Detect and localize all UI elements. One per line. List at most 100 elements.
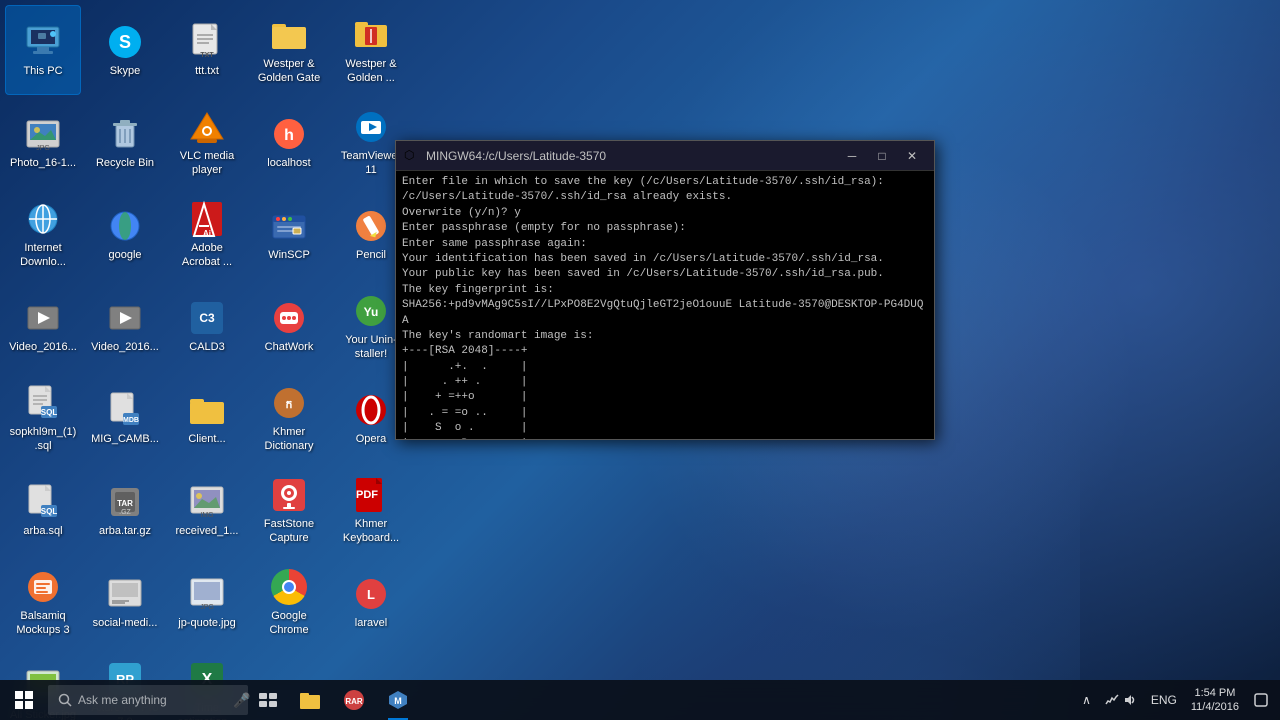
icon-balsamiq[interactable]: Balsamiq Mockups 3 [5,557,81,647]
icon-vlc[interactable]: VLC media player [169,97,245,187]
icon-client[interactable]: Client... [169,373,245,463]
notification-icon [1253,692,1269,708]
icon-ttt-txt[interactable]: TXT ttt.txt [169,5,245,95]
chrome-center-icon [282,580,296,594]
txt-svg: TXT [191,23,223,61]
recycle-svg [108,115,142,153]
svg-text:M: M [394,696,402,706]
icon-mig[interactable]: MDB MIG_CAMB... [87,373,163,463]
windows-logo-icon [15,691,33,709]
icon-sql[interactable]: SQL sopkhl9m_(1).sql [5,373,81,463]
icon-skype-label: Skype [110,65,141,78]
start-button[interactable] [0,680,48,720]
icon-recycle-bin[interactable]: Recycle Bin [87,97,163,187]
tray-notification-area [1099,680,1143,720]
svg-text:ក: ក [286,399,293,411]
clock-date: 11/4/2016 [1191,700,1239,714]
internet-svg [25,201,61,237]
term-line-10: The key's randomart image is: [402,329,928,344]
svg-text:TXT: TXT [200,52,214,59]
sql-svg: SQL [27,384,59,422]
term-line-12: | .+. . | [402,360,928,375]
icon-localhost[interactable]: h localhost [251,97,327,187]
terminal-window: ⬡ MINGW64:/c/Users/Latitude-3570 ─ □ ✕ E… [395,140,935,440]
mingw-icon: M [387,689,409,711]
term-line-9: SHA256:+pd9vMAg9C5sI//LPxPO8E2VgQtuQjleG… [402,298,928,329]
term-line-5: Enter same passphrase again: [402,237,928,252]
icon-cald3[interactable]: C3 CALD3 [169,281,245,371]
icon-this-pc[interactable]: This PC [5,5,81,95]
icon-jp-quote[interactable]: JPG jp-quote.jpg [169,557,245,647]
icon-westper-folder1[interactable]: Westper & Golden Gate [251,5,327,95]
svg-text:S: S [119,32,131,52]
icon-laravel[interactable]: L laravel [333,557,409,647]
file-explorer-icon [299,690,321,710]
icon-khmer-keyboard[interactable]: PDF Khmer Keyboard... [333,465,409,555]
your-svg: Yu [353,293,389,329]
tray-clock[interactable]: 1:54 PM 11/4/2016 [1185,680,1245,720]
icon-pencil-label: Pencil [356,249,386,262]
tv-svg [353,109,389,145]
svg-text:PDF: PDF [356,489,378,501]
icon-laravel-label: laravel [355,617,387,630]
taskbar-pinned-apps: RAR M [288,680,1071,720]
term-line-6: Your identification has been saved in /c… [402,252,928,267]
svg-text:TAR: TAR [117,499,133,508]
icon-adobe[interactable]: Ai Adobe Acrobat ... [169,189,245,279]
icon-internet[interactable]: Internet Downlo... [5,189,81,279]
client-folder-svg [188,394,226,426]
icon-winscp[interactable]: WinSCP [251,189,327,279]
icon-faststone[interactable]: FastStone Capture [251,465,327,555]
icon-video1[interactable]: Video_2016... [5,281,81,371]
icon-google-chrome[interactable]: Google Chrome [251,557,327,647]
icon-photo-label: Photo_16-1... [10,157,76,170]
taskbar-winrar[interactable]: RAR [332,680,376,720]
term-line-14: | + =++o | [402,390,928,405]
taskbar-mingw[interactable]: M [376,680,420,720]
tray-expand-button[interactable]: ∧ [1076,680,1097,720]
icon-khmer-dict-label: Khmer Dictionary [255,426,323,452]
icon-opera-label: Opera [356,433,387,446]
icon-ttt-txt-label: ttt.txt [195,65,219,78]
icon-google-sphere[interactable]: google [87,189,163,279]
icon-photo[interactable]: JPG Photo_16-1... [5,97,81,187]
terminal-maximize-button[interactable]: □ [868,146,896,166]
volume-icon [1123,693,1137,707]
khmer-key-svg: PDF [354,476,388,514]
icon-social-media[interactable]: social-medi... [87,557,163,647]
arba-sql-svg: SQL [27,483,59,521]
term-line-1: Enter file in which to save the key (/c/… [402,175,928,190]
win-logo-q4 [25,701,33,709]
icon-video2[interactable]: Video_2016... [87,281,163,371]
term-line-17: | o .=+Bo= | [402,437,928,439]
terminal-minimize-button[interactable]: ─ [838,146,866,166]
icon-balsamiq-label: Balsamiq Mockups 3 [9,610,77,636]
balsamiq-svg [25,569,61,605]
terminal-content[interactable]: Enter file in which to save the key (/c/… [396,171,934,439]
terminal-close-button[interactable]: ✕ [898,146,926,166]
adobe-svg: Ai [190,200,224,238]
opera-svg [353,392,389,428]
task-view-button[interactable] [248,680,288,720]
search-input[interactable] [78,693,233,707]
icon-received[interactable]: IMG received_1... [169,465,245,555]
terminal-titlebar: ⬡ MINGW64:/c/Users/Latitude-3570 ─ □ ✕ [396,141,934,171]
svg-text:SQL: SQL [41,507,58,516]
icon-chatwork[interactable]: ChatWork [251,281,327,371]
tray-notification-button[interactable] [1247,680,1275,720]
winscp-svg [271,208,307,244]
icon-arba-tar[interactable]: TAR .GZ arba.tar.gz [87,465,163,555]
icon-arba-sql[interactable]: SQL arba.sql [5,465,81,555]
tray-language[interactable]: ENG [1145,680,1183,720]
icon-skype[interactable]: S Skype [87,5,163,95]
svg-text:SQL: SQL [41,408,58,417]
system-tray: ∧ ENG 1:54 PM 11/4/2016 [1071,680,1280,720]
search-bar[interactable]: 🎤 [48,685,248,715]
svg-text:JPG: JPG [36,145,50,152]
icon-westper-zip[interactable]: Westper & Golden ... [333,5,409,95]
svg-text:L: L [367,587,375,602]
icon-khmer-dict[interactable]: ក Khmer Dictionary [251,373,327,463]
icon-cald3-label: CALD3 [189,341,224,354]
term-line-8: The key fingerprint is: [402,283,928,298]
taskbar-file-explorer[interactable] [288,680,332,720]
